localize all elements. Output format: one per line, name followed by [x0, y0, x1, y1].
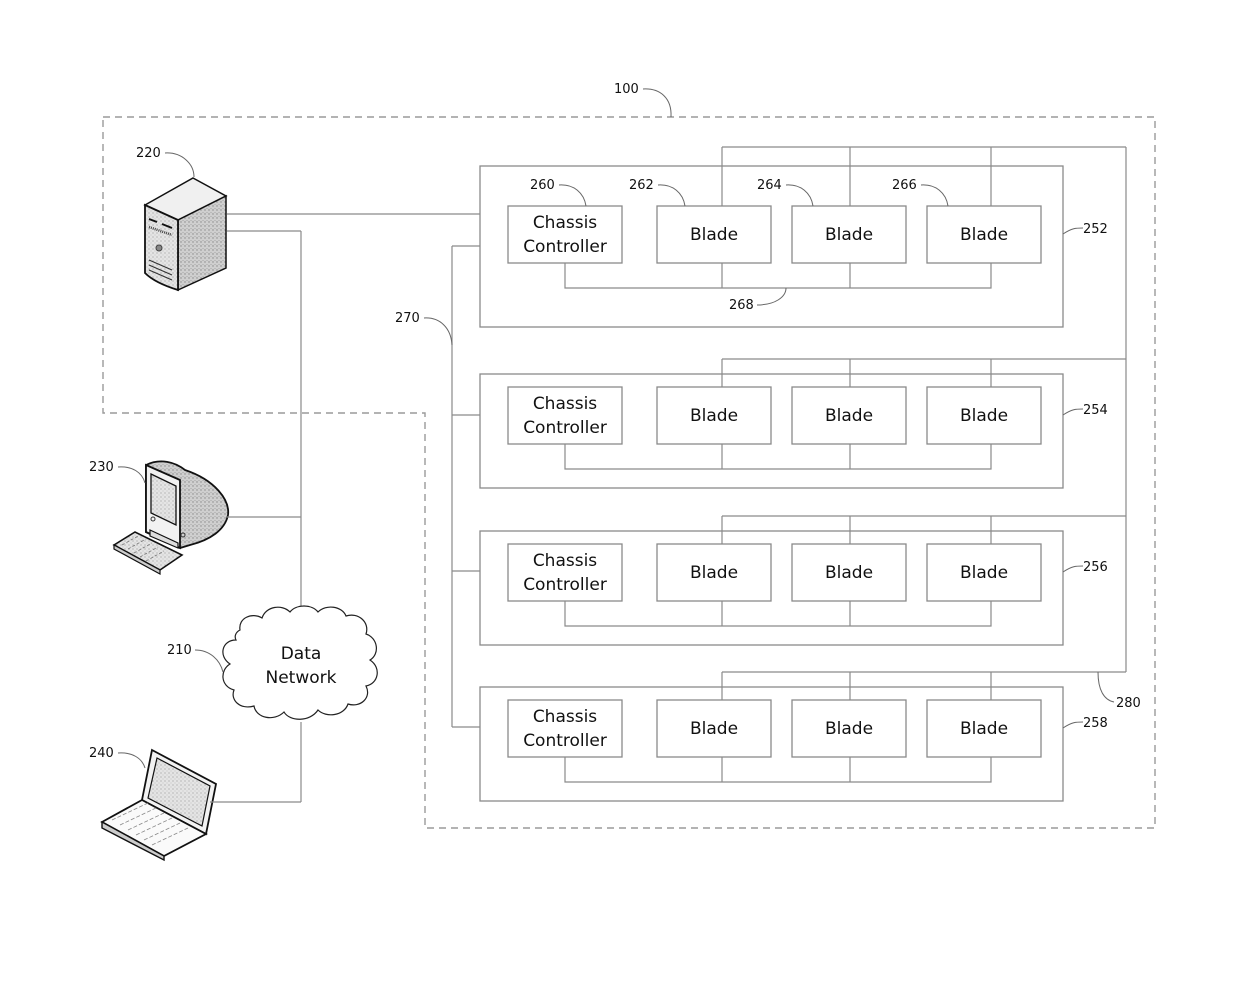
blade-label: Blade	[690, 719, 738, 739]
leader-chassis	[1062, 721, 1084, 729]
blade-label: Blade	[960, 225, 1008, 245]
chassis-controller-label: Chassis	[533, 707, 597, 727]
laptop-icon	[100, 748, 218, 862]
chassis-controller-label: Chassis	[533, 213, 597, 233]
leader-system	[642, 88, 672, 118]
leader-server	[164, 152, 195, 178]
ref-label-chassis-bus: 268	[729, 298, 754, 313]
chassis-258: Chassis Controller Blade Blade Blade 258	[479, 672, 1108, 802]
chassis-254: Chassis Controller Blade Blade Blade 254	[479, 359, 1108, 489]
blade-label: Blade	[825, 719, 873, 739]
data-network-label: Data	[281, 644, 322, 664]
chassis-layer: ChassisControllerBlade Blade Blade 252Chass…	[479, 147, 1108, 802]
leader-blade-network	[1097, 671, 1115, 703]
ref-label-laptop: 240	[89, 746, 114, 761]
ref-label-blade-2: 264	[757, 178, 782, 193]
desktop-computer-icon	[112, 460, 229, 576]
blade-label: Blade	[825, 563, 873, 583]
blade-label: Blade	[825, 406, 873, 426]
chassis-controller-label: Controller	[523, 731, 607, 751]
blade-label: Blade	[690, 406, 738, 426]
ref-label-network: 210	[167, 643, 192, 658]
leader-chassis	[1062, 227, 1084, 235]
leader-mgmt-network	[423, 317, 453, 346]
ref-label-chassis: 256	[1083, 560, 1108, 575]
ref-label-system: 100	[614, 82, 639, 97]
ref-label-blade-1: 262	[629, 178, 654, 193]
client-network-wiring	[210, 213, 508, 803]
ref-label-server: 220	[136, 146, 161, 161]
system-diagram: 100 220 230 240 Data Network 210 270 280…	[89, 82, 1156, 862]
blade-label: Blade	[690, 563, 738, 583]
ref-label-chassis: 254	[1083, 403, 1108, 418]
leader-network	[194, 649, 224, 673]
leader-chassis	[1062, 565, 1084, 573]
ref-label-controller: 260	[530, 178, 555, 193]
ref-label-chassis: 252	[1083, 222, 1108, 237]
ref-label-desktop: 230	[89, 460, 114, 475]
chassis-controller-label: Controller	[523, 418, 607, 438]
chassis-controller-label: Chassis	[533, 394, 597, 414]
blade-label: Blade	[960, 719, 1008, 739]
blade-label: Blade	[825, 225, 873, 245]
chassis-252: Chassis Controller Blade Blade Blade 252	[479, 147, 1108, 328]
data-network-cloud: Data Network	[222, 605, 378, 720]
ref-label-blade-3: 266	[892, 178, 917, 193]
chassis-256: Chassis Controller Blade Blade Blade 256	[479, 516, 1108, 646]
chassis-controller-label: Controller	[523, 237, 607, 257]
blade-label: Blade	[690, 225, 738, 245]
server-tower-icon	[143, 177, 228, 292]
ref-label-blade-network: 280	[1116, 696, 1141, 711]
data-network-label: Network	[266, 668, 337, 688]
blade-label: Blade	[960, 406, 1008, 426]
ref-label-chassis: 258	[1083, 716, 1108, 731]
leader-laptop	[117, 752, 146, 769]
chassis-controller-label: Chassis	[533, 551, 597, 571]
ref-label-mgmt-network: 270	[395, 311, 420, 326]
blade-label: Blade	[960, 563, 1008, 583]
chassis-controller-label: Controller	[523, 575, 607, 595]
leader-chassis	[1062, 408, 1084, 416]
leader-desktop	[117, 466, 146, 484]
